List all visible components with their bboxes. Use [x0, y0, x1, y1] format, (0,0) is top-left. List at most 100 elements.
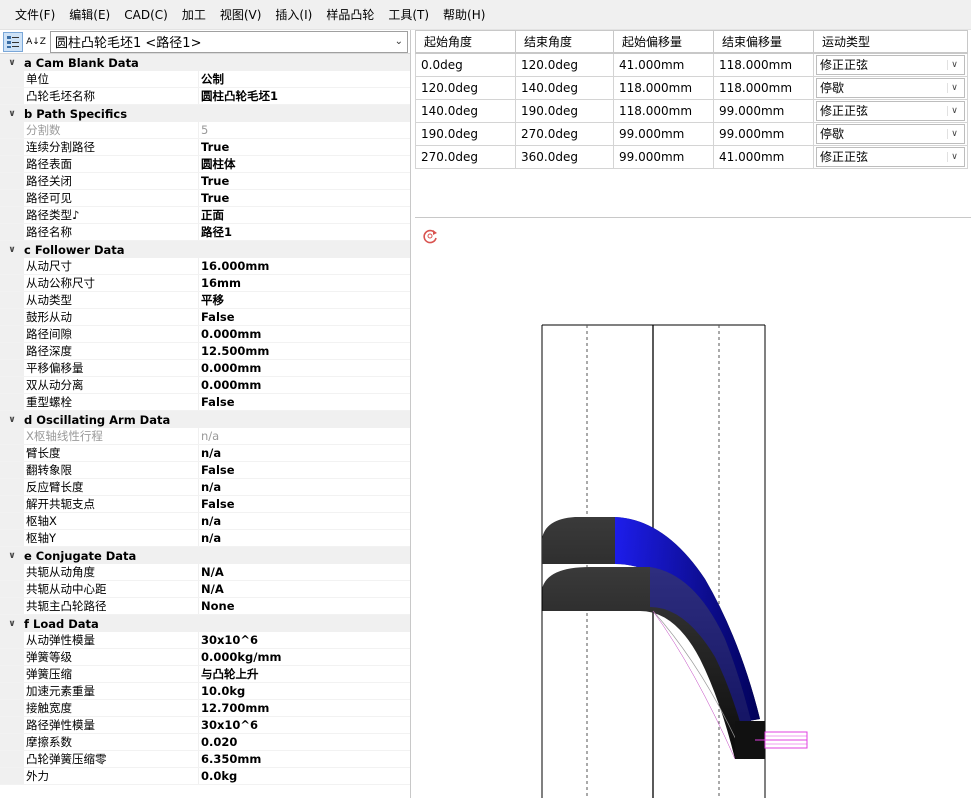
segment-row[interactable]: 120.0deg 140.0deg 118.000mm 118.000mm 停歇 ∨ — [415, 75, 968, 100]
property-row[interactable]: 共轭从动中心距 N/A — [0, 581, 410, 598]
property-value[interactable]: 公制 — [199, 71, 224, 88]
property-row[interactable]: 摩擦系数 0.020 — [0, 734, 410, 751]
segment-row[interactable]: 0.0deg 120.0deg 41.000mm 118.000mm 修正正弦 ∨ — [415, 52, 968, 77]
menu-item[interactable]: 文件(F) — [8, 0, 62, 30]
chevron-down-icon[interactable]: ∨ — [947, 105, 961, 116]
property-value[interactable]: 0.0kg — [199, 768, 237, 785]
property-value[interactable]: n/a — [199, 513, 221, 530]
motion-type-dropdown[interactable]: 停歇 ∨ — [816, 77, 965, 98]
property-value[interactable]: 12.700mm — [199, 700, 269, 717]
property-category[interactable]: ∨ f Load Data — [0, 615, 410, 632]
column-header[interactable]: 运动类型 — [813, 30, 968, 54]
segment-cell[interactable]: 120.0deg — [515, 52, 614, 77]
property-value[interactable]: 30x10^6 — [199, 632, 258, 649]
menu-item[interactable]: 加工 — [175, 0, 213, 30]
segment-cell[interactable]: 118.000mm — [713, 75, 814, 100]
motion-type-dropdown[interactable]: 修正正弦 ∨ — [816, 146, 965, 167]
property-value[interactable]: 与凸轮上升 — [199, 666, 259, 683]
property-row[interactable]: 连续分割路径 True — [0, 139, 410, 156]
menu-item[interactable]: CAD(C) — [117, 0, 175, 30]
column-header[interactable]: 结束角度 — [515, 30, 614, 54]
segment-cell[interactable]: 270.0deg — [415, 144, 516, 169]
segment-cell[interactable]: 190.0deg — [415, 121, 516, 146]
property-value[interactable]: 0.000mm — [199, 377, 261, 394]
refresh-icon[interactable] — [421, 227, 439, 245]
motion-type-dropdown[interactable]: 修正正弦 ∨ — [816, 54, 965, 75]
menu-item[interactable]: 编辑(E) — [62, 0, 117, 30]
property-value[interactable]: False — [199, 394, 235, 411]
segment-row[interactable]: 270.0deg 360.0deg 99.000mm 41.000mm 修正正弦 ∨ — [415, 144, 968, 169]
property-value[interactable]: None — [199, 598, 235, 615]
collapse-chevron-icon[interactable]: ∨ — [0, 58, 24, 68]
property-value[interactable]: False — [199, 462, 235, 479]
column-header[interactable]: 起始角度 — [415, 30, 516, 54]
alphabetical-sort-icon[interactable]: A↓Z — [26, 32, 46, 52]
property-category[interactable]: ∨ a Cam Blank Data — [0, 54, 410, 71]
property-value[interactable]: n/a — [199, 530, 221, 547]
collapse-chevron-icon[interactable]: ∨ — [0, 619, 24, 629]
property-row[interactable]: 弹簧等级 0.000kg/mm — [0, 649, 410, 666]
property-row[interactable]: 解开共轭支点 False — [0, 496, 410, 513]
property-row[interactable]: 分割数 5 — [0, 122, 410, 139]
segment-row[interactable]: 190.0deg 270.0deg 99.000mm 99.000mm 停歇 ∨ — [415, 121, 968, 146]
property-value[interactable]: 圆柱凸轮毛坯1 — [199, 88, 278, 105]
segment-cell[interactable]: 99.000mm — [613, 121, 714, 146]
segment-cell[interactable]: 118.000mm — [613, 98, 714, 123]
property-value[interactable]: 12.500mm — [199, 343, 269, 360]
segment-cell[interactable]: 99.000mm — [713, 98, 814, 123]
property-row[interactable]: 平移偏移量 0.000mm — [0, 360, 410, 377]
menu-item[interactable]: 工具(T) — [381, 0, 436, 30]
property-value[interactable]: 16mm — [199, 275, 241, 292]
property-value[interactable]: True — [199, 173, 229, 190]
property-value[interactable]: 16.000mm — [199, 258, 269, 275]
collapse-chevron-icon[interactable]: ∨ — [0, 551, 24, 561]
property-value[interactable]: 0.000mm — [199, 360, 261, 377]
cam-3d-viewport[interactable] — [415, 219, 971, 798]
chevron-down-icon[interactable]: ∨ — [947, 82, 961, 93]
segment-cell[interactable]: 99.000mm — [613, 144, 714, 169]
segment-cell[interactable]: 190.0deg — [515, 98, 614, 123]
property-value[interactable]: n/a — [199, 445, 221, 462]
chevron-down-icon[interactable]: ∨ — [947, 59, 961, 70]
property-row[interactable]: 重型螺栓 False — [0, 394, 410, 411]
segment-cell[interactable]: 41.000mm — [613, 52, 714, 77]
property-row[interactable]: 路径深度 12.500mm — [0, 343, 410, 360]
property-value[interactable]: False — [199, 309, 235, 326]
property-value[interactable]: 0.000mm — [199, 326, 261, 343]
segment-row[interactable]: 140.0deg 190.0deg 118.000mm 99.000mm 修正正弦 ∨ — [415, 98, 968, 123]
property-row[interactable]: 枢轴X n/a — [0, 513, 410, 530]
categorized-view-icon[interactable] — [3, 31, 23, 52]
property-row[interactable]: 枢轴Y n/a — [0, 530, 410, 547]
object-selector[interactable]: 圆柱凸轮毛坯1 <路径1> ⌄ — [50, 30, 408, 53]
property-category[interactable]: ∨ b Path Specifics — [0, 105, 410, 122]
property-value[interactable]: 平移 — [199, 292, 224, 309]
property-row[interactable]: 路径间隙 0.000mm — [0, 326, 410, 343]
column-header[interactable]: 结束偏移量 — [713, 30, 814, 54]
segment-cell[interactable]: 118.000mm — [713, 52, 814, 77]
property-row[interactable]: 双从动分离 0.000mm — [0, 377, 410, 394]
property-row[interactable]: 共轭主凸轮路径 None — [0, 598, 410, 615]
property-row[interactable]: 路径弹性模量 30x10^6 — [0, 717, 410, 734]
segment-cell[interactable]: 99.000mm — [713, 121, 814, 146]
segment-cell[interactable]: 118.000mm — [613, 75, 714, 100]
segment-cell[interactable]: 41.000mm — [713, 144, 814, 169]
property-value[interactable]: 10.0kg — [199, 683, 245, 700]
property-row[interactable]: 从动类型 平移 — [0, 292, 410, 309]
property-row[interactable]: 凸轮毛坯名称 圆柱凸轮毛坯1 — [0, 88, 410, 105]
property-value[interactable]: 0.000kg/mm — [199, 649, 281, 666]
property-row[interactable]: X枢轴线性行程 n/a — [0, 428, 410, 445]
property-value[interactable]: n/a — [199, 479, 221, 496]
menu-item[interactable]: 插入(I) — [268, 0, 319, 30]
property-category[interactable]: ∨ d Oscillating Arm Data — [0, 411, 410, 428]
menu-item[interactable]: 样品凸轮 — [319, 0, 381, 30]
motion-type-dropdown[interactable]: 修正正弦 ∨ — [816, 100, 965, 121]
property-value[interactable]: 圆柱体 — [199, 156, 236, 173]
property-value[interactable]: True — [199, 190, 229, 207]
segment-cell[interactable]: 140.0deg — [515, 75, 614, 100]
segment-cell[interactable]: 360.0deg — [515, 144, 614, 169]
property-value[interactable]: True — [199, 139, 229, 156]
segment-cell[interactable]: 120.0deg — [415, 75, 516, 100]
property-row[interactable]: 单位 公制 — [0, 71, 410, 88]
segment-cell[interactable]: 270.0deg — [515, 121, 614, 146]
property-row[interactable]: 弹簧压缩 与凸轮上升 — [0, 666, 410, 683]
